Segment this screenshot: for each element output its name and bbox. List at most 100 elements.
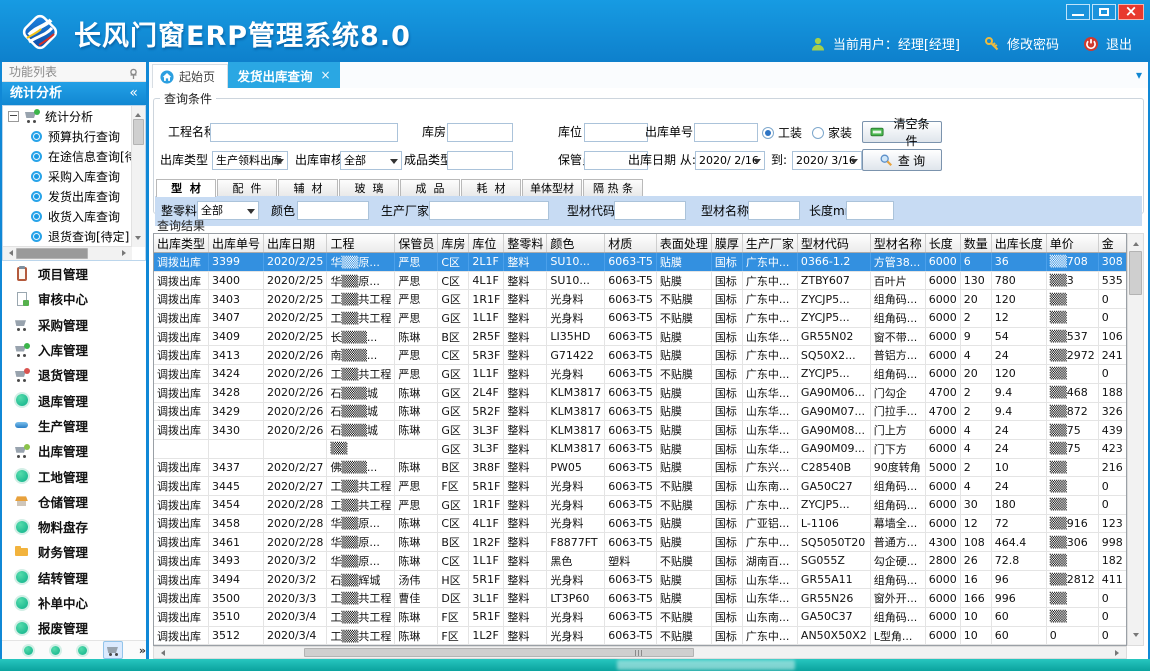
clear-conditions-button[interactable]: 清空条件 (862, 121, 942, 143)
sidebar-menu-item[interactable]: 仓储管理 (2, 489, 146, 514)
radio-gongzhuang[interactable]: 工装 (762, 123, 802, 142)
column-header[interactable]: 出库单号 (209, 234, 264, 253)
search-button[interactable]: 查 询 (862, 149, 942, 171)
radio-jiazhuang[interactable]: 家装 (812, 123, 852, 142)
tree-item[interactable]: 采购入库查询 (3, 166, 132, 186)
tree-vertical-scrollbar[interactable] (131, 106, 145, 247)
sidebar-menu-item[interactable]: 项目管理 (2, 261, 146, 286)
sidebar-menu-item[interactable]: 审核中心 (2, 286, 146, 311)
date-to-picker[interactable]: 2020/ 3/16 (792, 151, 862, 170)
column-header[interactable]: 出库长度 (991, 234, 1046, 253)
table-row[interactable]: 调拨出库34582020/2/28华▒▒原...陈琳C区4L1F整料光身料606… (154, 514, 1126, 533)
material-tab-7[interactable]: 单体型材 (522, 179, 582, 196)
table-row[interactable]: 调拨出库35122020/3/4工▒▒共工程陈琳F区1L2F整料光身料6063-… (154, 626, 1126, 645)
sidebar-menu-item[interactable]: 财务管理 (2, 539, 146, 564)
table-row[interactable]: 调拨出库34132020/2/26南▒▒▒...严思C区5R3F整料G71422… (154, 346, 1126, 365)
close-button[interactable] (1118, 4, 1144, 20)
table-row[interactable]: 调拨出库34302020/2/26石▒▒▒城陈琳G区3L3F整料KLM38176… (154, 421, 1126, 440)
column-header[interactable]: 单价 (1046, 234, 1098, 253)
tab-overflow-icon[interactable]: ▾ (1136, 68, 1142, 82)
date-from-picker[interactable]: 2020/ 2/16 (695, 151, 765, 170)
table-row[interactable]: 调拨出库34072020/2/25工▒▒共工程严思G区1L1F整料光身料6063… (154, 309, 1126, 328)
sidebar-menu-item[interactable]: 生产管理 (2, 413, 146, 438)
material-tab-1[interactable]: 型 材 (156, 179, 216, 197)
column-header[interactable]: 数量 (960, 234, 991, 253)
table-row[interactable]: 调拨出库34032020/2/25工▒▒共工程严思G区1R1F整料光身料6063… (154, 290, 1126, 309)
tree-item[interactable]: 发货出库查询 (3, 186, 132, 206)
column-header[interactable]: 保管员 (395, 234, 438, 253)
maximize-button[interactable] (1092, 4, 1116, 20)
length-input[interactable] (846, 201, 894, 220)
column-header[interactable]: 颜色 (547, 234, 605, 253)
profile-name-input[interactable] (748, 201, 800, 220)
table-row[interactable]: 调拨出库34932020/3/2华▒▒原...陈琳C区1L1F整料黑色塑料不贴膜… (154, 552, 1126, 571)
column-header[interactable]: 膜厚 (711, 234, 742, 253)
material-tab-4[interactable]: 玻 璃 (339, 179, 399, 196)
color-input[interactable] (297, 201, 369, 220)
tab-close-icon[interactable]: × (320, 68, 330, 82)
whole-scrap-dropdown[interactable]: 全部 (197, 201, 259, 220)
sidebar-menu-item[interactable]: 报废管理 (2, 615, 146, 640)
column-header[interactable]: 型材名称 (870, 234, 925, 253)
sidebar-menu-item[interactable]: 采购管理 (2, 312, 146, 337)
column-header[interactable]: 整零料 (504, 234, 547, 253)
table-row[interactable]: 调拨出库35002020/3/3工▒▒共工程曹佳D区3L1F整料LT3P6060… (154, 589, 1126, 608)
tree-item[interactable]: 收货入库查询 (3, 206, 132, 226)
column-header[interactable]: 出库日期 (264, 234, 327, 253)
tree-horizontal-scrollbar[interactable] (3, 246, 132, 260)
profile-code-input[interactable] (614, 201, 686, 220)
tree-item[interactable]: 退货查询[待定] (3, 226, 132, 246)
material-tab-8[interactable]: 隔 热 条 (583, 179, 643, 196)
order-no-input[interactable] (694, 123, 758, 142)
table-row[interactable]: 调拨出库34242020/2/26工▒▒共工程严思G区1L1F整料光身料6063… (154, 365, 1126, 384)
sidebar-menu-item[interactable]: 工地管理 (2, 463, 146, 488)
tree-item[interactable]: 在途信息查询[待 (3, 146, 132, 166)
logout-link[interactable]: 退出 (1106, 34, 1132, 53)
column-header[interactable]: 出库类型 (154, 234, 209, 253)
table-row[interactable]: ▒▒G区3L3F整料KLM38176063-T5贴膜国标山东华...GA90M0… (154, 439, 1126, 458)
project-name-input[interactable] (210, 123, 398, 142)
manufacturer-input[interactable] (429, 201, 549, 220)
table-row[interactable]: 调拨出库34092020/2/25长▒▒▒...陈琳B区2R5F整料LI35HD… (154, 327, 1126, 346)
material-tab-2[interactable]: 配 件 (217, 179, 277, 196)
table-row[interactable]: 调拨出库34292020/2/26石▒▒▒城陈琳G区5R2F整料KLM38176… (154, 402, 1126, 421)
section-header[interactable]: 统计分析 « (2, 82, 146, 105)
column-header[interactable]: 库位 (469, 234, 504, 253)
out-type-dropdown[interactable]: 生产领料出库 (212, 151, 288, 170)
sidebar-menu-item[interactable]: 出库管理 (2, 438, 146, 463)
table-row[interactable]: 调拨出库34002020/2/25华▒▒原...严思C区4L1F整料SU10..… (154, 271, 1126, 290)
table-row[interactable]: 调拨出库35102020/3/4工▒▒共工程陈琳F区5R1F整料光身料6063-… (154, 608, 1126, 627)
tree-item[interactable]: 预算执行查询 (3, 126, 132, 146)
table-row[interactable]: 调拨出库34452020/2/27工▒▒共工程严思F区5R1F整料光身料6063… (154, 477, 1126, 496)
table-row[interactable]: 调拨出库34372020/2/27佛▒▒▒...陈琳B区3R8F整料PW0560… (154, 458, 1126, 477)
material-tab-3[interactable]: 辅 材 (278, 179, 338, 196)
column-header[interactable]: 金 (1098, 234, 1126, 253)
column-header[interactable]: 工程 (327, 234, 395, 253)
material-tab-6[interactable]: 耗 材 (461, 179, 521, 196)
grid-vertical-scrollbar[interactable] (1127, 233, 1144, 646)
more-buttons-chevron[interactable]: » (139, 644, 146, 657)
table-row[interactable]: 调拨出库34542020/2/28工▒▒共工程严思G区1R1F整料光身料6063… (154, 495, 1126, 514)
sidebar-menu-item[interactable]: 退货管理 (2, 362, 146, 387)
tree-root[interactable]: 统计分析 (3, 106, 132, 126)
sidebar-menu-item[interactable]: 退库管理 (2, 387, 146, 412)
column-header[interactable]: 生产厂家 (742, 234, 797, 253)
quick-dot-icon[interactable] (49, 644, 62, 657)
column-header[interactable]: 材质 (605, 234, 657, 253)
location-input[interactable] (584, 123, 648, 142)
collapse-icon[interactable]: « (129, 82, 138, 105)
grid-horizontal-scrollbar[interactable] (153, 646, 1127, 659)
quick-dot-icon[interactable] (22, 644, 35, 657)
minimize-button[interactable] (1066, 4, 1090, 20)
tab-shipping-outbound-query[interactable]: 发货出库查询 × (228, 62, 340, 88)
column-header[interactable]: 型材代码 (797, 234, 870, 253)
column-header[interactable]: 库房 (438, 234, 469, 253)
out-audit-dropdown[interactable]: 全部 (340, 151, 402, 170)
column-header[interactable]: 长度 (925, 234, 960, 253)
quick-dot-icon[interactable] (76, 644, 89, 657)
column-header[interactable]: 表面处理 (656, 234, 711, 253)
sidebar-menu-item[interactable]: 结转管理 (2, 565, 146, 590)
warehouse-input[interactable] (447, 123, 513, 142)
change-password-link[interactable]: 修改密码 (1007, 34, 1059, 53)
table-row[interactable]: 调拨出库34942020/3/2石▒▒辉城汤伟H区5R1F整料光身料6063-T… (154, 570, 1126, 589)
